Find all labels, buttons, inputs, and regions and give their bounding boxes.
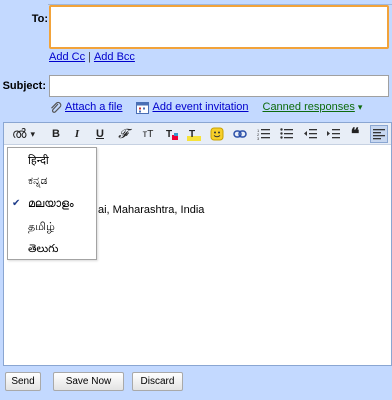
language-select-button[interactable]: ൽ ▾	[7, 125, 40, 143]
language-option-label: മലയാളം	[28, 198, 74, 210]
formatting-toolbar: ൽ ▾ B I U 𝓕 тT T T 123 ❝	[4, 123, 391, 145]
add-cc-link[interactable]: Add Cc	[49, 51, 85, 63]
language-option-malayalam[interactable]: ✔ മലയാളം	[8, 195, 96, 215]
subject-field[interactable]	[49, 75, 389, 97]
emoticon-button[interactable]	[209, 125, 225, 143]
discard-button[interactable]: Discard	[132, 372, 183, 391]
smiley-icon	[210, 127, 224, 141]
language-option-label: ಕನ್ನಡ	[28, 175, 48, 187]
to-label: To:	[31, 13, 48, 25]
language-option-label: తెలుగు	[28, 243, 59, 255]
message-body-text: ai, Maharashtra, India	[98, 204, 205, 216]
outdent-icon	[304, 129, 317, 139]
align-left-button[interactable]	[370, 125, 388, 143]
language-dropdown-icon: ▾	[30, 128, 35, 139]
svg-text:3: 3	[257, 136, 260, 141]
cc-separator: |	[88, 51, 91, 63]
language-option-hindi[interactable]: हिन्दी	[8, 150, 96, 170]
checkmark-icon: ✔	[12, 198, 21, 209]
subject-label: Subject:	[2, 80, 46, 92]
add-bcc-link[interactable]: Add Bcc	[94, 51, 135, 63]
text-color-icon: T	[166, 129, 178, 140]
indent-icon	[327, 129, 340, 139]
language-menu: हिन्दी ಕನ್ನಡ ✔ മലയാളം தமிழ் తెలుగు	[7, 147, 97, 260]
outdent-button[interactable]	[302, 125, 318, 143]
svg-text:T: T	[166, 129, 172, 140]
font-size-button[interactable]: тT	[138, 125, 158, 143]
canned-dropdown-icon[interactable]: ▾	[358, 102, 363, 113]
quote-button[interactable]: ❝	[348, 125, 362, 143]
language-option-label: தமிழ்	[28, 221, 55, 233]
add-event-link[interactable]: Add event invitation	[152, 101, 248, 113]
language-option-label: हिन्दी	[28, 155, 49, 167]
canned-responses-link[interactable]: Canned responses	[263, 101, 355, 113]
underline-button[interactable]: U	[93, 125, 107, 143]
link-icon	[233, 130, 247, 138]
italic-button[interactable]: I	[70, 125, 84, 143]
numbered-list-icon: 123	[257, 128, 270, 141]
attach-file-link[interactable]: Attach a file	[65, 101, 122, 113]
bullet-list-icon	[280, 128, 293, 139]
highlight-color-button[interactable]: T	[186, 125, 202, 143]
send-button[interactable]: Send	[5, 372, 41, 391]
calendar-icon	[136, 101, 150, 114]
bold-button[interactable]: B	[49, 125, 63, 143]
svg-text:T: T	[189, 129, 195, 140]
link-button[interactable]	[232, 125, 248, 143]
paperclip-icon	[49, 101, 62, 114]
language-glyph: ൽ	[11, 126, 27, 141]
language-option-kannada[interactable]: ಕನ್ನಡ	[8, 172, 96, 192]
indent-button[interactable]	[325, 125, 341, 143]
language-option-tamil[interactable]: தமிழ்	[8, 218, 96, 238]
numbered-list-button[interactable]: 123	[256, 125, 272, 143]
save-now-button[interactable]: Save Now	[53, 372, 124, 391]
text-color-button[interactable]: T	[164, 125, 180, 143]
font-button[interactable]: 𝓕	[114, 125, 132, 143]
align-left-icon	[373, 129, 385, 140]
attachment-row: Attach a file Add event invitation Canne…	[49, 100, 362, 114]
highlight-icon: T	[187, 129, 201, 141]
language-option-telugu[interactable]: తెలుగు	[8, 240, 96, 260]
bullet-list-button[interactable]	[279, 125, 295, 143]
to-field[interactable]	[49, 5, 389, 49]
cc-bcc-links: Add Cc | Add Bcc	[49, 51, 135, 63]
